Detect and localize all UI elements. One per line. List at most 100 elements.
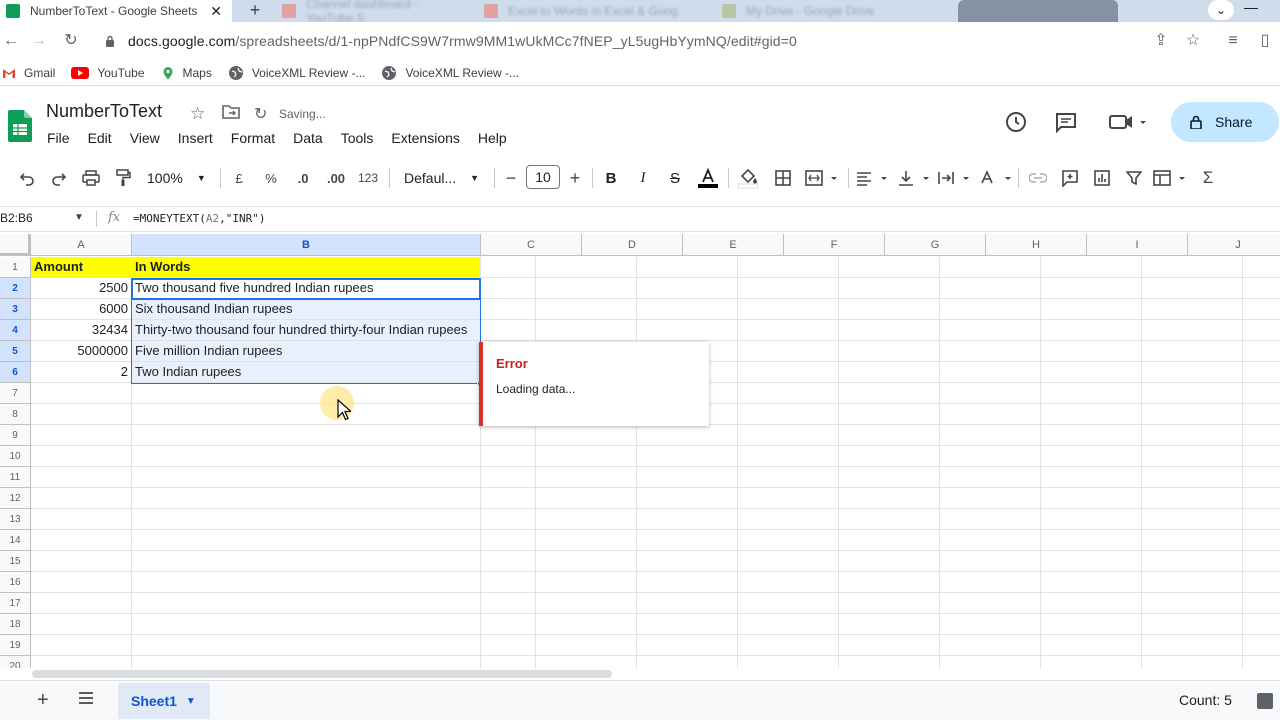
minimize-icon[interactable] (1244, 8, 1258, 9)
column-header-g[interactable]: G (885, 234, 986, 256)
text-color-icon[interactable] (696, 160, 720, 196)
italic-icon[interactable]: I (632, 160, 654, 196)
more-formats-button[interactable]: 123 (354, 160, 382, 196)
cell-a5[interactable]: 5000000 (31, 341, 132, 362)
text-rotation-icon[interactable] (978, 160, 1014, 196)
cell-b1[interactable]: In Words (132, 257, 481, 278)
insert-comment-icon[interactable] (1058, 160, 1082, 196)
undo-icon[interactable] (16, 160, 38, 196)
row-header-3[interactable]: 3 (0, 299, 31, 320)
cell-a1[interactable]: Amount (31, 257, 132, 278)
insert-link-icon[interactable] (1026, 160, 1050, 196)
new-tab-button[interactable]: + (244, 0, 266, 22)
fill-color-icon[interactable] (736, 160, 760, 196)
font-size-input[interactable]: 10 (526, 165, 560, 189)
explore-icon[interactable] (1257, 693, 1273, 709)
column-header-h[interactable]: H (986, 234, 1087, 256)
bookmark-voicexml-1[interactable]: VoiceXML Review -... (228, 65, 365, 81)
column-header-b[interactable]: B (132, 234, 481, 256)
move-folder-icon[interactable] (222, 104, 240, 120)
column-header-j[interactable]: J (1188, 234, 1280, 256)
menu-view[interactable]: View (121, 130, 169, 146)
cell-a3[interactable]: 6000 (31, 299, 132, 320)
bookmark-gmail[interactable]: Gmail (2, 66, 55, 80)
horizontal-scrollbar-thumb[interactable] (32, 670, 612, 678)
bookmark-star-icon[interactable]: ☆ (1182, 30, 1204, 52)
cell-b4[interactable]: Thirty-two thousand four hundred thirty-… (132, 320, 481, 341)
decrease-font-size-icon[interactable]: − (500, 160, 522, 196)
insert-chart-icon[interactable] (1090, 160, 1114, 196)
bookmark-youtube[interactable]: YouTube (71, 66, 145, 80)
menu-extensions[interactable]: Extensions (382, 130, 468, 146)
close-tab-icon[interactable]: ✕ (210, 3, 222, 20)
functions-icon[interactable]: Σ (1196, 160, 1220, 196)
print-icon[interactable] (80, 160, 102, 196)
menu-insert[interactable]: Insert (169, 130, 222, 146)
percent-format-button[interactable]: % (260, 160, 282, 196)
decrease-decimal-button[interactable]: .0 (290, 160, 316, 196)
column-header-f[interactable]: F (784, 234, 885, 256)
row-header-7[interactable]: 7 (0, 383, 31, 404)
sheet-tab-sheet1[interactable]: Sheet1 ▼ (118, 683, 210, 719)
text-wrapping-icon[interactable] (936, 160, 972, 196)
cell-b2[interactable]: Two thousand five hundred Indian rupees (132, 278, 481, 299)
row-header-8[interactable]: 8 (0, 404, 31, 425)
row-header-11[interactable]: 11 (0, 467, 31, 488)
column-header-i[interactable]: I (1087, 234, 1188, 256)
increase-decimal-button[interactable]: .00 (322, 160, 350, 196)
meet-icon[interactable] (1108, 110, 1146, 134)
zoom-select[interactable]: 100% ▼ (140, 160, 210, 196)
font-select[interactable]: Defaul... ▼ (396, 160, 486, 196)
select-all-corner[interactable] (0, 234, 31, 256)
strikethrough-icon[interactable]: S (664, 160, 686, 196)
row-header-2[interactable]: 2 (0, 278, 31, 299)
comments-icon[interactable] (1054, 110, 1078, 134)
back-icon[interactable]: ← (0, 30, 22, 52)
row-header-18[interactable]: 18 (0, 614, 31, 635)
row-header-17[interactable]: 17 (0, 593, 31, 614)
browser-tab-active[interactable]: NumberToText - Google Sheets ✕ (0, 0, 232, 22)
star-icon[interactable]: ☆ (190, 104, 205, 124)
filter-icon[interactable] (1122, 160, 1146, 196)
row-header-9[interactable]: 9 (0, 425, 31, 446)
row-header-14[interactable]: 14 (0, 530, 31, 551)
formula-input[interactable]: =MONEYTEXT(A2,"INR") (133, 212, 265, 225)
cell-b6[interactable]: Two Indian rupees (132, 362, 481, 383)
menu-file[interactable]: File (38, 130, 79, 146)
reload-icon[interactable]: ↻ (60, 30, 82, 52)
menu-data[interactable]: Data (284, 130, 332, 146)
reading-list-icon[interactable]: ≡ (1222, 30, 1244, 52)
browser-tab-inactive[interactable]: Excel to Words in Excel & Goog (484, 0, 706, 22)
bold-icon[interactable]: B (600, 160, 622, 196)
cell-b3[interactable]: Six thousand Indian rupees (132, 299, 481, 320)
row-header-19[interactable]: 19 (0, 635, 31, 656)
caret-down-icon[interactable]: ▼ (74, 212, 84, 223)
menu-help[interactable]: Help (469, 130, 516, 146)
column-header-e[interactable]: E (683, 234, 784, 256)
row-header-15[interactable]: 15 (0, 551, 31, 572)
horizontal-align-icon[interactable] (854, 160, 890, 196)
selection-count[interactable]: Count: 5 (1179, 692, 1232, 708)
paint-format-icon[interactable] (112, 160, 134, 196)
bookmark-maps[interactable]: Maps (161, 66, 212, 80)
name-box[interactable]: B2:B6 (0, 211, 33, 225)
row-header-13[interactable]: 13 (0, 509, 31, 530)
cell-a6[interactable]: 2 (31, 362, 132, 383)
column-header-c[interactable]: C (481, 234, 582, 256)
menu-format[interactable]: Format (222, 130, 284, 146)
row-header-5[interactable]: 5 (0, 341, 31, 362)
redo-icon[interactable] (48, 160, 70, 196)
document-title[interactable]: NumberToText (46, 101, 162, 122)
add-sheet-button[interactable]: + (37, 689, 49, 712)
vertical-align-icon[interactable] (896, 160, 932, 196)
browser-tab-inactive[interactable]: Channel dashboard - YouTube S (282, 0, 468, 25)
sheets-logo-icon[interactable] (8, 110, 32, 142)
row-header-12[interactable]: 12 (0, 488, 31, 509)
forward-icon[interactable]: → (28, 30, 50, 52)
tab-search-chevron-icon[interactable]: ⌄ (1208, 0, 1234, 20)
cell-a4[interactable]: 32434 (31, 320, 132, 341)
row-header-10[interactable]: 10 (0, 446, 31, 467)
bookmark-voicexml-2[interactable]: VoiceXML Review -... (381, 65, 519, 81)
cell-a2[interactable]: 2500 (31, 278, 132, 299)
row-header-4[interactable]: 4 (0, 320, 31, 341)
